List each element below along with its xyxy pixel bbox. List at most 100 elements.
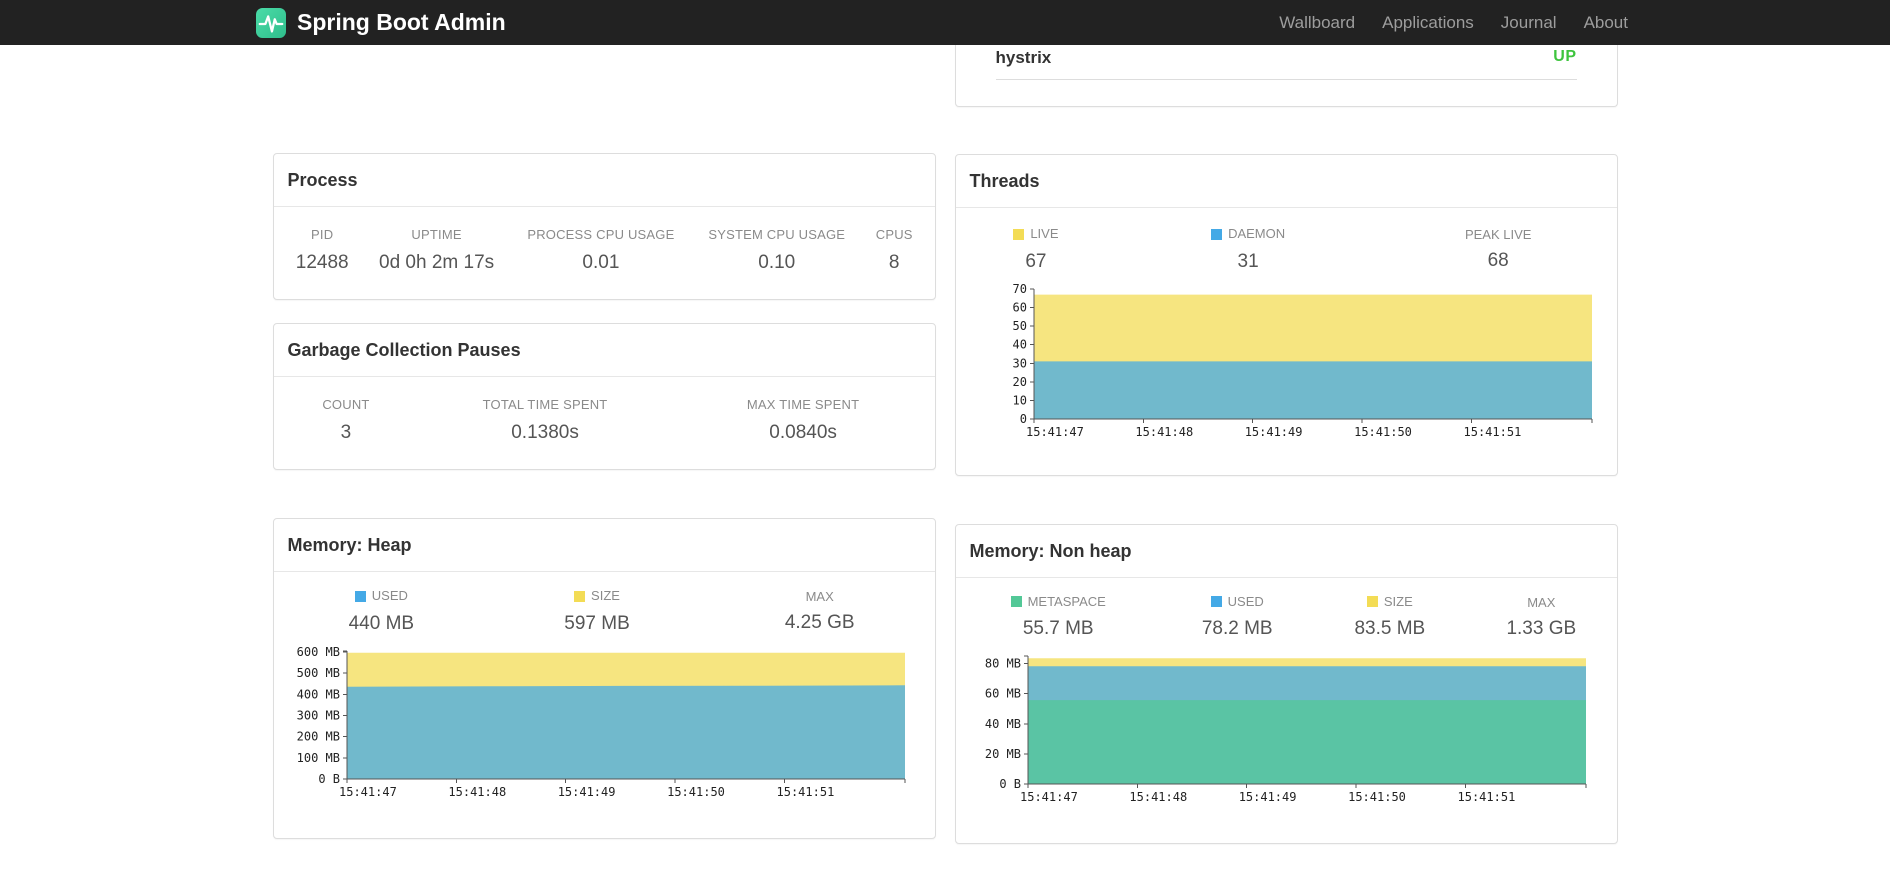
- legend-value: 1.33 GB: [1506, 617, 1577, 639]
- memory-nonheap-legend: METASPACE 55.7 MB USED 78.2 MB SIZE 83.5…: [956, 594, 1617, 641]
- legend-value: 31: [1237, 250, 1259, 272]
- memory-nonheap-chart: 0 B 20 MB 40 MB 60 MB 80 MB 15:41:47 15:41:48 1…: [956, 650, 1617, 819]
- metric-label: PID: [311, 227, 334, 242]
- legend-item-daemon: DAEMON 31: [1116, 226, 1380, 273]
- metric-label: CPUS: [875, 227, 913, 242]
- nav-link-applications[interactable]: Applications: [1382, 0, 1474, 45]
- right-column: hystrix UP Threads LIVE 67 DAEMON 31 PEA…: [954, 15, 1618, 844]
- metric-value: 0.10: [758, 252, 796, 273]
- svg-text:10: 10: [1012, 393, 1026, 407]
- process-metrics: PID 12488 UPTIME 0d 0h 2m 17s PROCESS CP…: [282, 227, 927, 275]
- svg-text:15:41:49: 15:41:49: [1238, 790, 1296, 804]
- legend-item-size: SIZE 83.5 MB: [1314, 594, 1467, 641]
- legend-item-metaspace: METASPACE 55.7 MB: [956, 594, 1161, 641]
- svg-text:500 MB: 500 MB: [296, 666, 339, 680]
- svg-text:15:41:48: 15:41:48: [1135, 425, 1193, 439]
- svg-text:60 MB: 60 MB: [984, 687, 1020, 701]
- legend-item-max: MAX 4.25 GB: [705, 588, 935, 635]
- metric-label: UPTIME: [411, 227, 462, 242]
- legend-label: MAX: [805, 589, 834, 604]
- spring-boot-admin-logo-icon: [256, 7, 286, 38]
- memory-heap-chart: 0 B 100 MB 200 MB 300 MB 400 MB 500 MB 600 MB 1…: [274, 645, 935, 814]
- svg-text:0: 0: [1019, 412, 1026, 426]
- svg-text:15:41:49: 15:41:49: [1244, 425, 1302, 439]
- legend-value: 440 MB: [348, 612, 415, 634]
- legend-value: 83.5 MB: [1354, 618, 1426, 639]
- legend-value: 68: [1487, 250, 1509, 271]
- application-row[interactable]: hystrix UP: [995, 48, 1577, 80]
- legend-label: PEAK LIVE: [1464, 227, 1532, 242]
- svg-text:15:41:49: 15:41:49: [557, 785, 615, 799]
- metric-value: 0d 0h 2m 17s: [379, 252, 495, 273]
- legend-value: 67: [1025, 250, 1047, 272]
- svg-text:200 MB: 200 MB: [296, 729, 339, 743]
- svg-text:70: 70: [1012, 283, 1026, 296]
- memory-heap-legend: USED 440 MB SIZE 597 MB MAX 4.25 GB: [274, 588, 935, 635]
- memory-heap-panel-body: USED 440 MB SIZE 597 MB MAX 4.25 GB 0 B1…: [274, 572, 935, 838]
- left-column: Process PID 12488 UPTIME 0d 0h 2m 17s PR…: [272, 45, 936, 839]
- svg-text:100 MB: 100 MB: [296, 750, 339, 764]
- legend-item-peak-live: PEAK LIVE 68: [1380, 226, 1617, 273]
- metric-gc-total-time: TOTAL TIME SPENT 0.1380s: [410, 397, 679, 445]
- svg-text:30: 30: [1012, 356, 1026, 370]
- legend-swatch-live: [1013, 228, 1025, 240]
- metric-value: 0.0840s: [769, 422, 837, 443]
- brand-title: Spring Boot Admin: [297, 9, 506, 35]
- legend-swatch-size: [574, 590, 586, 602]
- metric-system-cpu: SYSTEM CPU USAGE 0.10: [692, 227, 862, 275]
- metric-label: TOTAL TIME SPENT: [482, 397, 608, 412]
- metric-gc-count: COUNT 3: [282, 397, 411, 445]
- process-panel-body: PID 12488 UPTIME 0d 0h 2m 17s PROCESS CP…: [274, 207, 935, 299]
- legend-value: 78.2 MB: [1201, 618, 1273, 639]
- threads-panel-title: Threads: [955, 155, 1617, 208]
- legend-item-used: USED 440 MB: [274, 588, 490, 635]
- svg-text:0 B: 0 B: [999, 777, 1021, 791]
- nav-link-wallboard[interactable]: Wallboard: [1279, 0, 1355, 45]
- legend-swatch-daemon: [1211, 228, 1223, 240]
- metric-value: 0.1380s: [511, 422, 579, 443]
- metric-process-cpu: PROCESS CPU USAGE 0.01: [510, 227, 691, 275]
- brand-link[interactable]: Spring Boot Admin: [256, 7, 506, 38]
- navbar-inner: Spring Boot Admin Wallboard Applications…: [256, 0, 1634, 45]
- metric-value: 3: [340, 422, 352, 443]
- legend-label: SIZE: [591, 588, 620, 603]
- svg-text:40: 40: [1012, 337, 1026, 351]
- memory-nonheap-panel-body: METASPACE 55.7 MB USED 78.2 MB SIZE 83.5…: [956, 578, 1617, 844]
- legend-item-used: USED 78.2 MB: [1161, 594, 1314, 641]
- svg-text:15:41:51: 15:41:51: [1457, 790, 1515, 804]
- svg-text:15:41:50: 15:41:50: [1354, 425, 1412, 439]
- legend-label: METASPACE: [1027, 593, 1106, 609]
- memory-heap-panel-title: Memory: Heap: [273, 519, 935, 572]
- legend-item-live: LIVE 67: [956, 226, 1117, 273]
- threads-panel: Threads LIVE 67 DAEMON 31 PEAK LIVE 68 0…: [954, 154, 1618, 476]
- nav-link-journal[interactable]: Journal: [1501, 0, 1557, 45]
- memory-nonheap-panel-title: Memory: Non heap: [955, 525, 1617, 578]
- metric-value: 0.01: [582, 252, 620, 273]
- process-panel: Process PID 12488 UPTIME 0d 0h 2m 17s PR…: [272, 153, 936, 300]
- metric-label: COUNT: [322, 397, 370, 412]
- metric-pid: PID 12488: [282, 227, 363, 275]
- memory-nonheap-panel: Memory: Non heap METASPACE 55.7 MB USED …: [954, 523, 1618, 844]
- svg-text:40 MB: 40 MB: [984, 717, 1020, 731]
- svg-text:15:41:50: 15:41:50: [667, 785, 725, 799]
- metric-label: PROCESS CPU USAGE: [527, 227, 675, 242]
- metric-value: 8: [888, 252, 900, 273]
- legend-label: MAX: [1527, 594, 1556, 610]
- svg-text:20: 20: [1012, 374, 1026, 388]
- top-navbar: Spring Boot Admin Wallboard Applications…: [0, 0, 1890, 45]
- legend-value: 55.7 MB: [1022, 618, 1094, 639]
- gc-metrics: COUNT 3 TOTAL TIME SPENT 0.1380s MAX TIM…: [282, 397, 927, 445]
- legend-swatch-used: [354, 590, 366, 602]
- svg-text:600 MB: 600 MB: [296, 645, 339, 659]
- legend-label: USED: [1227, 593, 1264, 609]
- nav-link-about[interactable]: About: [1584, 0, 1628, 45]
- threads-chart: 0 10 20 30 40 50 60 70 15:41:47 15:41:48 15:41:49 1…: [956, 282, 1617, 454]
- legend-swatch-size: [1366, 596, 1378, 607]
- svg-text:60: 60: [1012, 300, 1026, 314]
- gc-pauses-panel: Garbage Collection Pauses COUNT 3 TOTAL …: [272, 323, 936, 470]
- gc-panel-body: COUNT 3 TOTAL TIME SPENT 0.1380s MAX TIM…: [274, 377, 935, 469]
- application-name-link[interactable]: hystrix: [996, 48, 1052, 68]
- legend-label: LIVE: [1030, 226, 1059, 241]
- navbar-links: Wallboard Applications Journal About: [1279, 0, 1634, 45]
- gc-panel-title: Garbage Collection Pauses: [273, 324, 935, 377]
